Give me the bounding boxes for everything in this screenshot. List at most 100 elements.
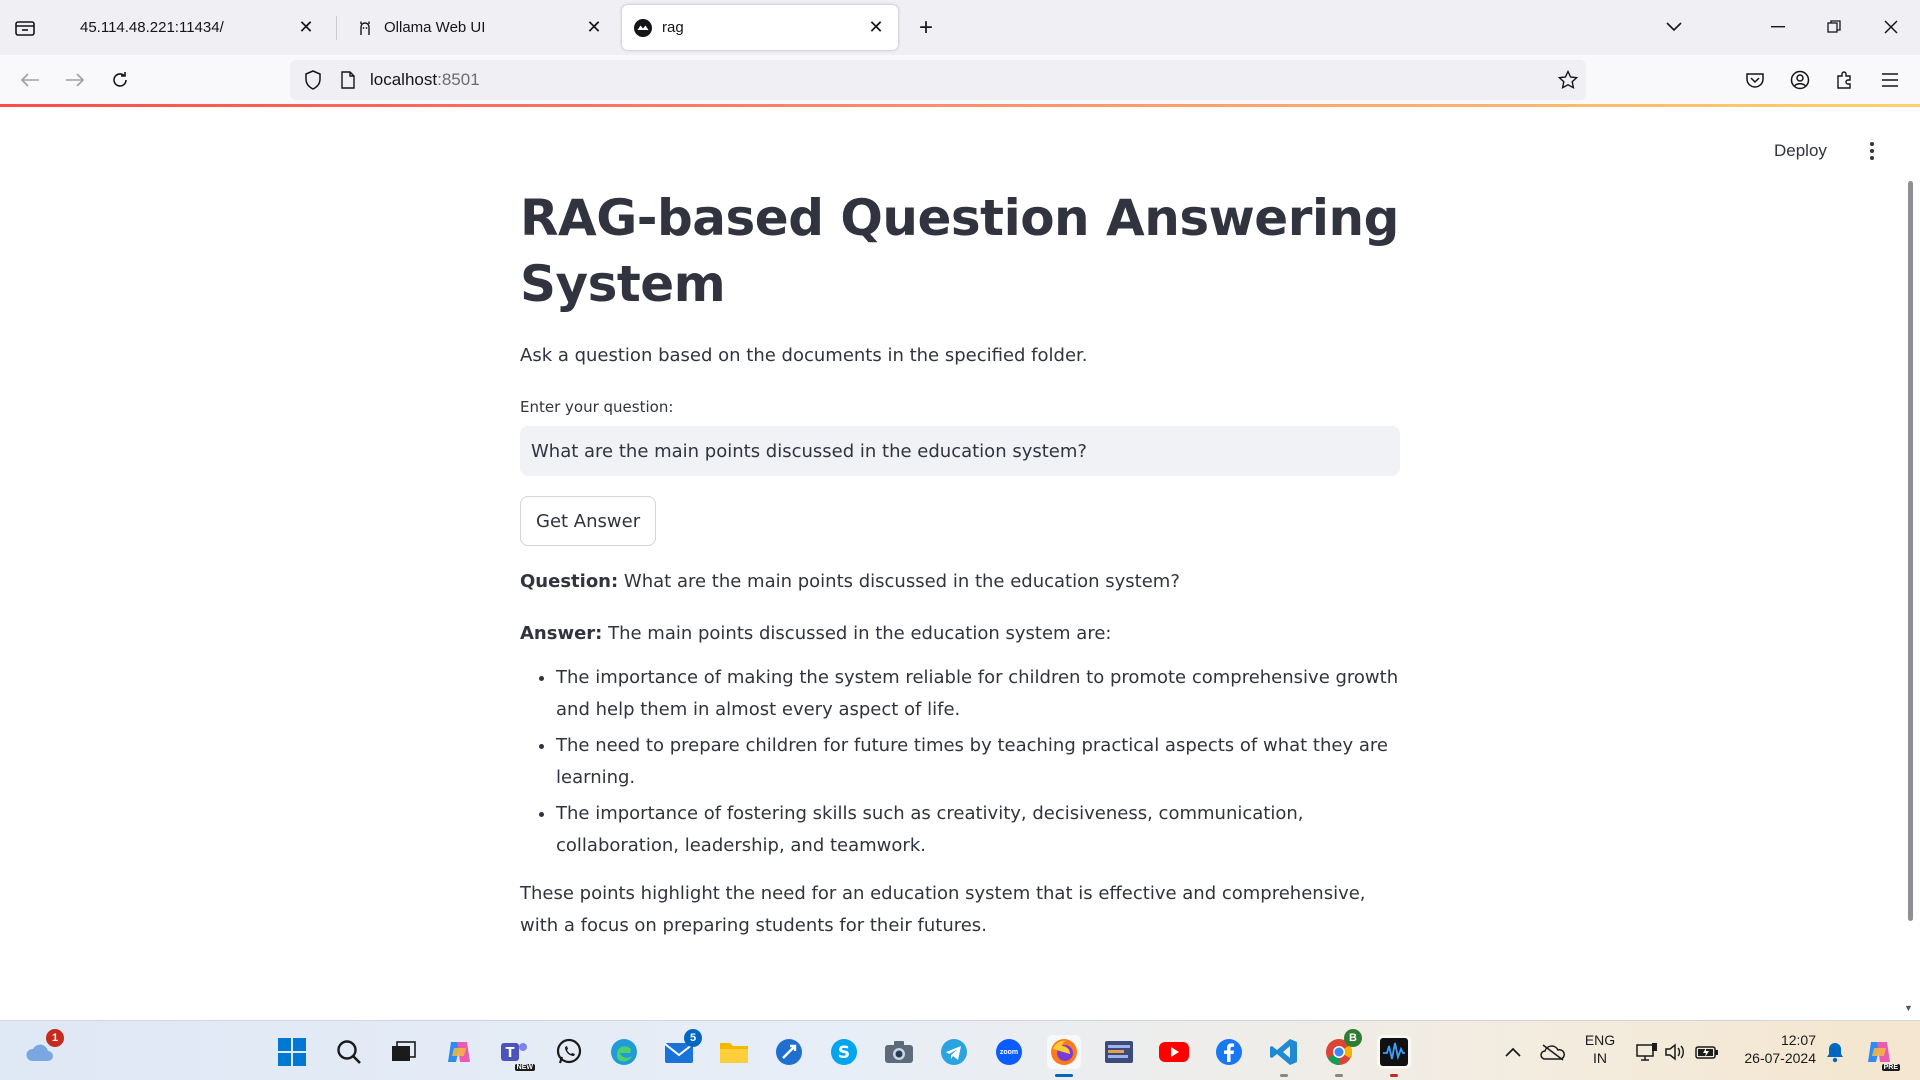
answer-points-list: The importance of making the system reli… xyxy=(520,662,1400,862)
tab-ollama-api[interactable]: 45.114.48.221:11434/ ✕ xyxy=(56,5,328,50)
deploy-button[interactable]: Deploy xyxy=(1768,137,1833,165)
page-info-icon[interactable] xyxy=(336,71,360,89)
youtube-icon[interactable] xyxy=(1157,1035,1191,1069)
menu-hamburger-icon[interactable] xyxy=(1875,65,1905,95)
zoom-label: zoom xyxy=(999,1048,1019,1056)
minimize-icon[interactable] xyxy=(1763,12,1793,42)
list-item: The need to prepare children for future … xyxy=(556,730,1400,794)
weather-badge: 1 xyxy=(46,1029,64,1047)
start-windows-icon[interactable] xyxy=(275,1035,309,1069)
tab-close-icon[interactable]: ✕ xyxy=(866,17,886,38)
new-tab-button[interactable]: + xyxy=(912,14,940,42)
tracking-shield-icon[interactable] xyxy=(298,70,328,90)
app-page: Deploy ▼ RAG-based Question Answering Sy… xyxy=(0,107,1920,1020)
telegram-icon[interactable] xyxy=(937,1035,971,1069)
chrome-icon[interactable]: B xyxy=(1322,1029,1362,1077)
address-bar[interactable]: localhost:8501 xyxy=(290,60,1586,100)
result-question: Question: What are the main points discu… xyxy=(520,566,1400,598)
tab-title: Ollama Web UI xyxy=(384,19,486,36)
question-text: What are the main points discussed in th… xyxy=(618,571,1180,592)
firefox-icon[interactable] xyxy=(1047,1035,1081,1077)
volume-icon[interactable] xyxy=(1658,1035,1692,1069)
scrollbar-thumb[interactable] xyxy=(1908,181,1913,921)
url-port: :8501 xyxy=(437,70,480,89)
facebook-icon[interactable] xyxy=(1212,1035,1246,1069)
reload-icon[interactable] xyxy=(105,65,135,95)
teams-new-tag: NEW xyxy=(514,1064,535,1071)
question-prefix: Question: xyxy=(520,571,619,592)
bookmark-star-icon[interactable] xyxy=(1557,69,1579,95)
account-icon[interactable] xyxy=(1785,65,1815,95)
teams-icon[interactable]: T NEW xyxy=(497,1035,535,1071)
close-window-icon[interactable] xyxy=(1876,12,1906,42)
whatsapp-icon[interactable] xyxy=(552,1035,586,1069)
vscode-icon[interactable] xyxy=(1267,1035,1301,1077)
ollama-favicon-icon xyxy=(356,19,374,37)
question-input[interactable] xyxy=(520,426,1400,476)
answer-summary: These points highlight the need for an e… xyxy=(520,883,1366,936)
answer-intro: The main points discussed in the educati… xyxy=(602,623,1112,644)
zoom-icon[interactable]: zoom xyxy=(992,1035,1026,1069)
browser-tab-bar: 45.114.48.221:11434/ ✕ Ollama Web UI ✕ r… xyxy=(0,0,1920,55)
language-indicator[interactable]: ENG IN xyxy=(1580,1031,1620,1067)
running-indicator xyxy=(1390,1074,1398,1077)
mail-icon[interactable]: 5 xyxy=(662,1029,702,1069)
url-text: localhost:8501 xyxy=(370,70,480,90)
windows-taskbar: 1 T NEW 5 S zoom B ENG IN 12:07 26-07-20… xyxy=(0,1020,1920,1080)
file-explorer-icon[interactable] xyxy=(717,1035,751,1069)
get-answer-button[interactable]: Get Answer xyxy=(520,496,657,546)
task-view-icon[interactable] xyxy=(387,1035,421,1069)
running-indicator xyxy=(1280,1074,1288,1077)
result-answer: Answer: The main points discussed in the… xyxy=(520,618,1400,650)
scroll-down-arrow-icon[interactable]: ▼ xyxy=(1904,1003,1913,1013)
copilot-icon[interactable] xyxy=(442,1035,476,1069)
list-item: The importance of fostering skills such … xyxy=(556,798,1400,862)
region-code: IN xyxy=(1593,1050,1607,1066)
extensions-icon[interactable] xyxy=(1830,65,1860,95)
control-panel-icon[interactable] xyxy=(1102,1035,1136,1069)
running-indicator xyxy=(1335,1074,1343,1077)
url-host: localhost xyxy=(370,70,438,89)
svg-text:S: S xyxy=(838,1043,850,1063)
copilot-pre-tag: PRE xyxy=(1881,1064,1900,1071)
language-code: ENG xyxy=(1584,1032,1616,1048)
tab-list-icon[interactable] xyxy=(10,14,40,42)
notification-bell-icon[interactable] xyxy=(1818,1035,1852,1069)
search-icon[interactable] xyxy=(332,1035,366,1069)
camera-icon[interactable] xyxy=(882,1035,916,1069)
clock-date: 26-07-2024 xyxy=(1744,1050,1816,1066)
show-hidden-icons-chevron-up-icon[interactable] xyxy=(1496,1035,1530,1069)
mail-badge: 5 xyxy=(684,1029,702,1047)
tab-ollama-web-ui[interactable]: Ollama Web UI ✕ xyxy=(344,5,616,50)
tab-close-icon[interactable]: ✕ xyxy=(584,17,604,38)
forward-icon[interactable] xyxy=(60,65,90,95)
browser-nav-bar: localhost:8501 xyxy=(0,55,1920,105)
back-icon[interactable] xyxy=(15,65,45,95)
question-label: Enter your question: xyxy=(520,398,674,416)
onedrive-offline-icon[interactable] xyxy=(1536,1035,1570,1069)
weather-widget-icon[interactable]: 1 xyxy=(24,1029,64,1069)
running-indicator xyxy=(1055,1074,1073,1077)
restore-icon[interactable] xyxy=(1819,12,1849,42)
main-content: RAG-based Question Answering System Ask … xyxy=(520,185,1400,942)
answer-prefix: Answer: xyxy=(520,623,603,644)
main-menu-icon[interactable] xyxy=(1860,137,1884,165)
edge-icon[interactable] xyxy=(607,1035,641,1069)
tab-separator xyxy=(336,16,337,40)
clock[interactable]: 12:07 26-07-2024 xyxy=(1736,1031,1816,1067)
list-item: The importance of making the system reli… xyxy=(556,662,1400,726)
skype-icon[interactable]: S xyxy=(827,1035,861,1069)
list-all-tabs-icon[interactable] xyxy=(1659,12,1689,42)
copilot-preview-icon[interactable]: PRE xyxy=(1862,1035,1900,1071)
tab-title: rag xyxy=(662,19,684,36)
tab-rag[interactable]: rag ✕ xyxy=(622,5,898,50)
svg-text:T: T xyxy=(506,1046,515,1061)
battery-charging-icon[interactable] xyxy=(1690,1035,1724,1069)
page-title: RAG-based Question Answering System xyxy=(520,189,1399,313)
pocket-icon[interactable] xyxy=(1740,65,1770,95)
tab-title: 45.114.48.221:11434/ xyxy=(80,19,224,36)
streamlit-favicon-icon xyxy=(634,18,652,37)
waveform-app-icon[interactable] xyxy=(1377,1035,1411,1077)
tab-close-icon[interactable]: ✕ xyxy=(296,17,316,38)
remote-tool-icon[interactable] xyxy=(772,1035,806,1069)
